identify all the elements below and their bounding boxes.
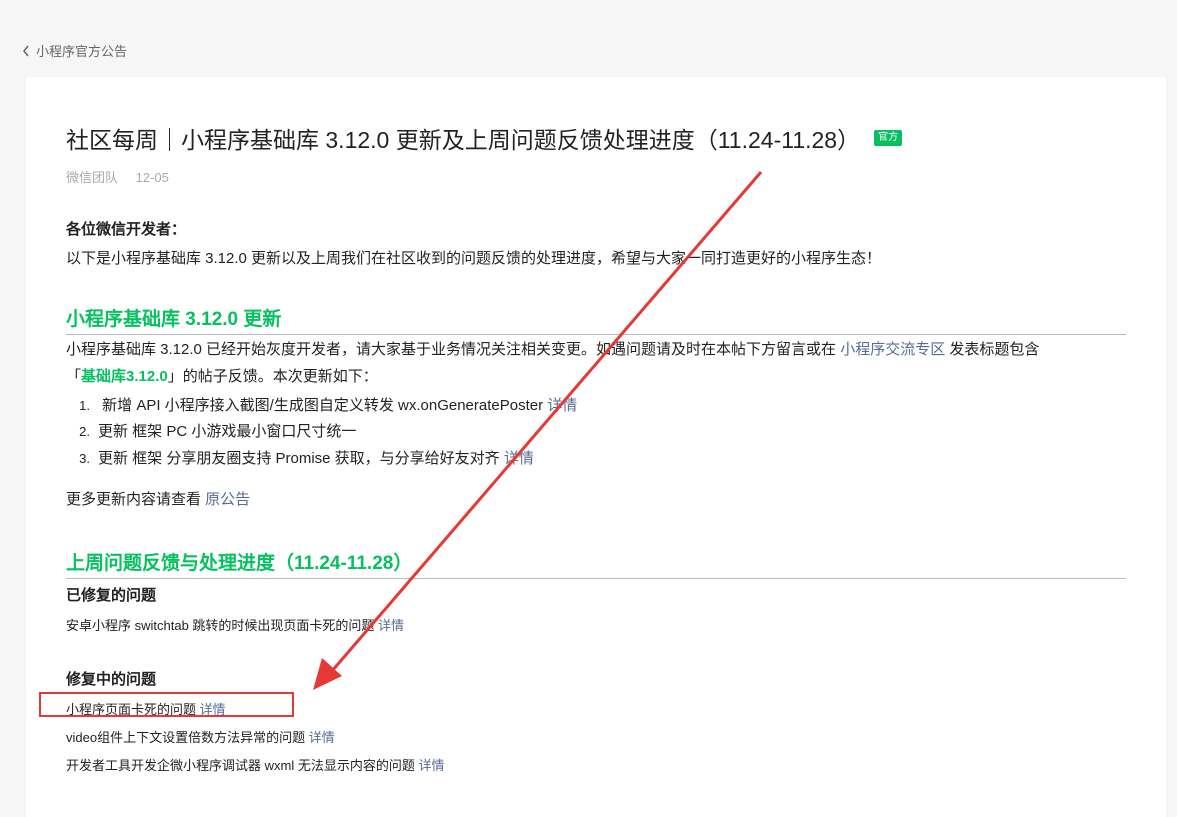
fixed-item: 安卓小程序 switchtab 跳转的时候出现页面卡死的问题 详情 <box>66 615 404 634</box>
fixing-item: video组件上下文设置倍数方法异常的问题 详情 <box>66 727 335 746</box>
list-item: 3. 更新 框架 分享朋友圈支持 Promise 获取，与分享给好友对齐 详情 <box>56 447 534 467</box>
detail-link[interactable]: 详情 <box>504 450 534 467</box>
community-zone-link[interactable]: 小程序交流专区 <box>840 341 945 358</box>
article-meta: 微信团队 12-05 <box>66 167 169 186</box>
fixed-heading: 已修复的问题 <box>66 587 157 604</box>
list-number: 3. <box>79 451 90 466</box>
list-item-text: 更新 框架 分享朋友圈支持 Promise 获取，与分享给好友对齐 <box>98 450 504 467</box>
list-item-text: 新增 API 小程序接入截图/生成图自定义转发 wx.onGeneratePos… <box>98 397 548 414</box>
update-paragraph: 小程序基础库 3.12.0 已经开始灰度开发者，请大家基于业务情况关注相关变更。… <box>66 340 1039 360</box>
greeting: 各位微信开发者： <box>66 221 187 238</box>
detail-link[interactable]: 详情 <box>418 758 444 773</box>
section-heading-feedback: 上周问题反馈与处理进度（11.24-11.28） <box>66 548 1126 579</box>
annotation-highlight-box <box>39 692 294 717</box>
back-link[interactable]: 小程序官方公告 <box>22 41 127 60</box>
official-badge: 官方 <box>874 130 903 146</box>
article-title: 社区每周｜小程序基础库 3.12.0 更新及上周问题反馈处理进度（11.24-1… <box>66 127 861 153</box>
update-paragraph-line2: 「基础库3.12.0」的帖子反馈。本次更新如下： <box>66 367 378 387</box>
list-item: 2. 更新 框架 PC 小游戏最小窗口尺寸统一 <box>56 420 356 440</box>
list-item: 1. 新增 API 小程序接入截图/生成图自定义转发 wx.onGenerate… <box>56 394 577 414</box>
update-paragraph-rest: 」的帖子反馈。本次更新如下： <box>167 368 378 385</box>
more-updates-text: 更多更新内容请查看 <box>66 491 206 508</box>
chevron-left-icon <box>23 45 29 56</box>
detail-link[interactable]: 详情 <box>378 618 404 633</box>
list-number: 2. <box>79 424 90 439</box>
detail-link[interactable]: 详情 <box>309 730 335 745</box>
author-name[interactable]: 微信团队 <box>66 170 118 185</box>
post-date: 12-05 <box>135 170 169 185</box>
back-link-label: 小程序官方公告 <box>36 44 128 59</box>
list-item-text: 更新 框架 PC 小游戏最小窗口尺寸统一 <box>98 423 357 440</box>
issue-text: 开发者工具开发企微小程序调试器 wxml 无法显示内容的问题 <box>66 758 419 773</box>
update-paragraph-text2: 发表标题包含 <box>945 341 1040 358</box>
issue-text: 安卓小程序 switchtab 跳转的时候出现页面卡死的问题 <box>66 618 379 633</box>
section-heading-update: 小程序基础库 3.12.0 更新 <box>66 304 1126 335</box>
list-number: 1. <box>79 398 90 413</box>
title-row: 社区每周｜小程序基础库 3.12.0 更新及上周问题反馈处理进度（11.24-1… <box>66 121 903 155</box>
quote-open: 「 <box>66 368 82 385</box>
detail-link[interactable]: 详情 <box>547 397 577 414</box>
more-updates: 更多更新内容请查看 原公告 <box>66 490 250 510</box>
version-tag: 基础库3.12.0 <box>81 368 168 385</box>
update-paragraph-text: 小程序基础库 3.12.0 已经开始灰度开发者，请大家基于业务情况关注相关变更。… <box>66 341 841 358</box>
issue-text: video组件上下文设置倍数方法异常的问题 <box>66 730 309 745</box>
fixing-heading: 修复中的问题 <box>66 671 157 688</box>
original-announcement-link[interactable]: 原公告 <box>205 491 250 508</box>
intro-text: 以下是小程序基础库 3.12.0 更新以及上周我们在社区收到的问题反馈的处理进度… <box>66 250 882 267</box>
fixing-item: 开发者工具开发企微小程序调试器 wxml 无法显示内容的问题 详情 <box>66 755 444 774</box>
